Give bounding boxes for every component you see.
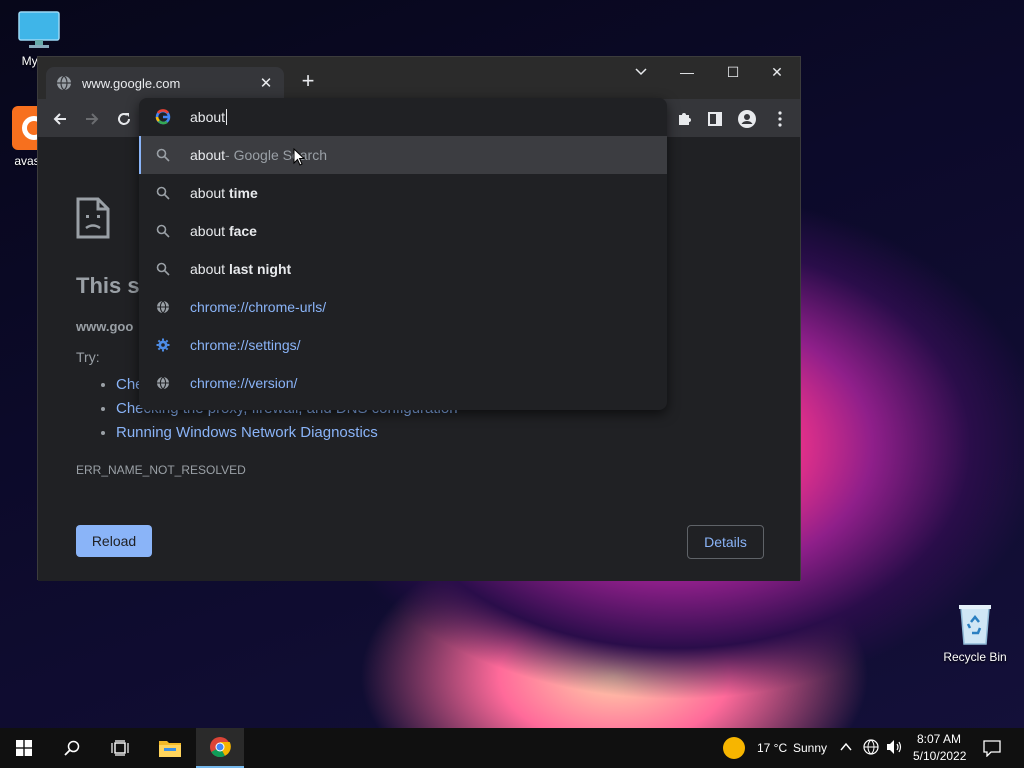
arrow-left-icon bbox=[53, 113, 66, 125]
suggestion-text: about bbox=[190, 223, 229, 239]
chevron-down-icon bbox=[635, 68, 647, 76]
suggestion-item[interactable]: about - Google Search bbox=[139, 136, 667, 174]
suggestion-bold: last night bbox=[228, 261, 292, 277]
suggestion-url: chrome://settings/ bbox=[190, 337, 301, 353]
mouse-cursor-icon bbox=[293, 148, 305, 166]
close-window-button[interactable]: ✕ bbox=[754, 57, 800, 87]
suggestion-list: about - Google Search about time about f… bbox=[139, 136, 667, 402]
desktop-icon-label: Recycle Bin bbox=[943, 650, 1007, 664]
extensions-button[interactable] bbox=[670, 105, 698, 133]
omnibox-dropdown: about about - Google Search about time a… bbox=[139, 98, 667, 410]
network-globe-icon[interactable] bbox=[863, 739, 879, 755]
address-input-value[interactable]: about bbox=[190, 109, 228, 125]
search-icon bbox=[155, 147, 171, 163]
search-icon bbox=[155, 261, 171, 277]
weather-condition[interactable]: Sunny bbox=[793, 741, 827, 755]
back-button[interactable] bbox=[46, 105, 74, 133]
suggestion-text: about bbox=[190, 261, 229, 277]
tab-title: www.google.com bbox=[82, 75, 181, 91]
search-icon bbox=[155, 223, 171, 239]
menu-button[interactable] bbox=[766, 105, 794, 133]
start-button[interactable] bbox=[0, 728, 48, 768]
details-button[interactable]: Details bbox=[687, 525, 764, 559]
chrome-taskbar-button[interactable] bbox=[196, 728, 244, 768]
file-explorer-button[interactable] bbox=[146, 728, 194, 768]
browser-tab[interactable]: www.google.com ✕ bbox=[46, 67, 284, 99]
chrome-icon bbox=[210, 737, 231, 758]
windows-icon bbox=[16, 740, 32, 756]
minimize-button[interactable]: — bbox=[664, 57, 710, 87]
folder-icon bbox=[159, 741, 181, 757]
google-icon bbox=[155, 109, 171, 125]
weather-temperature[interactable]: 17 °C bbox=[757, 741, 787, 755]
suggestion-item[interactable]: about last night bbox=[139, 250, 667, 288]
search-icon bbox=[64, 740, 80, 756]
forward-button[interactable] bbox=[78, 105, 106, 133]
sun-icon bbox=[723, 737, 745, 759]
gear-icon bbox=[155, 337, 171, 353]
tab-search-button[interactable] bbox=[618, 57, 664, 87]
desktop-icon-recycle-bin[interactable]: Recycle Bin bbox=[940, 602, 1010, 664]
reload-icon bbox=[118, 113, 130, 125]
reload-toolbar-button[interactable] bbox=[110, 105, 138, 133]
avatar-icon bbox=[738, 110, 756, 128]
sad-document-icon bbox=[76, 197, 110, 239]
suggestion-item[interactable]: about time bbox=[139, 174, 667, 212]
suggestion-bold: face bbox=[228, 223, 257, 239]
suggestion-item[interactable]: chrome://chrome-urls/ bbox=[139, 288, 667, 326]
search-button[interactable] bbox=[48, 728, 96, 768]
error-domain: www.goo bbox=[76, 319, 134, 334]
suggestion-url: chrome://chrome-urls/ bbox=[190, 299, 327, 315]
globe-icon bbox=[57, 75, 71, 91]
reload-button[interactable]: Reload bbox=[76, 525, 152, 557]
try-label: Try: bbox=[76, 349, 100, 365]
side-panel-icon bbox=[708, 112, 722, 126]
address-bar[interactable]: about bbox=[139, 98, 667, 136]
recycle-bin-icon bbox=[959, 605, 991, 645]
more-vertical-icon bbox=[778, 111, 782, 127]
puzzle-icon bbox=[679, 113, 691, 125]
arrow-right-icon bbox=[86, 113, 99, 125]
suggestion-item[interactable]: chrome://version/ bbox=[139, 364, 667, 402]
new-tab-button[interactable]: + bbox=[296, 70, 320, 94]
error-title: This si bbox=[76, 273, 146, 298]
suggestion-text: about bbox=[190, 147, 226, 163]
clock-time[interactable]: 8:07 AM bbox=[917, 732, 961, 746]
task-view-button[interactable] bbox=[96, 728, 144, 768]
globe-icon bbox=[155, 299, 171, 315]
search-icon bbox=[155, 185, 171, 201]
taskbar: 17 °C Sunny 8:07 AM 5/10/2022 bbox=[0, 728, 1024, 768]
title-bar: www.google.com ✕ + — ☐ ✕ bbox=[38, 57, 800, 99]
chevron-up-icon[interactable] bbox=[840, 742, 852, 752]
globe-icon bbox=[155, 375, 171, 391]
tip-link[interactable]: Running Windows Network Diagnostics bbox=[116, 424, 378, 441]
suggestion-bold: time bbox=[228, 185, 258, 201]
suggestion-text: about bbox=[190, 185, 229, 201]
suggestion-url: chrome://version/ bbox=[190, 375, 298, 391]
clock-date[interactable]: 5/10/2022 bbox=[913, 749, 966, 763]
profile-button[interactable] bbox=[733, 105, 761, 133]
monitor-icon bbox=[18, 11, 60, 48]
side-panel-button[interactable] bbox=[701, 105, 729, 133]
suggestion-item[interactable]: chrome://settings/ bbox=[139, 326, 667, 364]
tab-close-button[interactable]: ✕ bbox=[258, 74, 274, 92]
suggestion-item[interactable]: about face bbox=[139, 212, 667, 250]
list-item: Running Windows Network Diagnostics bbox=[116, 421, 458, 445]
maximize-button[interactable]: ☐ bbox=[710, 57, 756, 87]
notification-icon[interactable] bbox=[983, 740, 1001, 757]
volume-icon[interactable] bbox=[886, 739, 904, 755]
task-view-icon bbox=[111, 740, 129, 756]
error-code: ERR_NAME_NOT_RESOLVED bbox=[76, 463, 246, 477]
suggestion-suffix: - Google Search bbox=[225, 147, 327, 163]
